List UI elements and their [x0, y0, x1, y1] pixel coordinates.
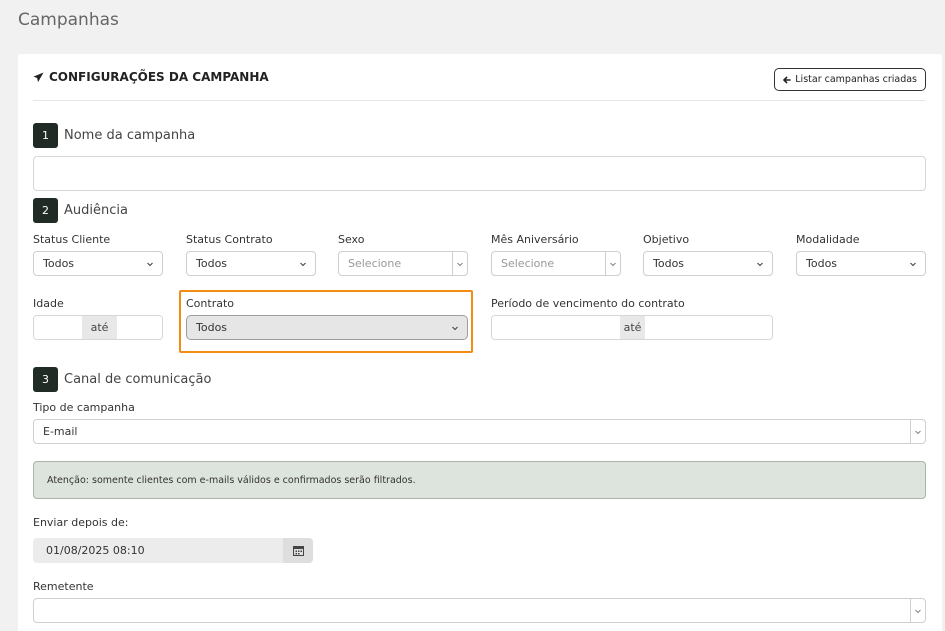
chevron-down-icon [147, 262, 153, 267]
objetivo-select[interactable]: Todos [643, 251, 773, 276]
step-3: 3 Canal de comunicação [33, 367, 211, 392]
step-3-label: Canal de comunicação [64, 372, 212, 387]
contrato-value: Todos [196, 321, 228, 334]
step-1: 1 Nome da campanha [33, 123, 195, 148]
email-alert: Atenção: somente clientes com e-mails vá… [33, 461, 926, 499]
idade-label: Idade [33, 297, 64, 310]
sexo-select[interactable]: Selecione [338, 251, 468, 276]
enviar-depois-input[interactable]: 01/08/2025 08:10 [33, 538, 313, 563]
calendar-icon [292, 546, 304, 556]
modalidade-value: Todos [806, 257, 838, 270]
chevron-down-icon [300, 262, 306, 267]
idade-separator: até [82, 316, 117, 339]
idade-min-input[interactable] [34, 316, 82, 339]
paper-plane-icon [33, 71, 44, 82]
chevron-down-icon [910, 262, 916, 267]
step-2: 2 Audiência [33, 198, 128, 223]
step-1-badge: 1 [33, 123, 58, 148]
modalidade-select[interactable]: Todos [796, 251, 926, 276]
idade-max-input[interactable] [117, 316, 162, 339]
enviar-depois-value: 01/08/2025 08:10 [46, 544, 145, 557]
idade-range: até [33, 315, 163, 340]
contrato-label: Contrato [186, 297, 235, 310]
calendar-button[interactable] [283, 538, 313, 563]
chevron-down-icon [915, 609, 921, 614]
status-contrato-value: Todos [196, 257, 228, 270]
enviar-depois-label: Enviar depois de: [33, 516, 129, 529]
list-campaigns-label: Listar campanhas criadas [795, 74, 917, 85]
chevron-down-icon [452, 326, 458, 331]
status-cliente-value: Todos [43, 257, 75, 270]
objetivo-value: Todos [653, 257, 685, 270]
mes-aniversario-select[interactable]: Selecione [491, 251, 621, 276]
remetente-select[interactable] [33, 598, 926, 623]
sexo-label: Sexo [338, 233, 365, 246]
list-campaigns-button[interactable]: Listar campanhas criadas [774, 68, 926, 91]
card-title: CONFIGURAÇÕES DA CAMPANHA [33, 70, 269, 84]
periodo-separator: até [620, 316, 645, 339]
periodo-label: Período de vencimento do contrato [491, 297, 685, 310]
remetente-label: Remetente [33, 580, 94, 593]
card-title-text: CONFIGURAÇÕES DA CAMPANHA [49, 70, 269, 84]
chevron-down-icon [457, 262, 463, 267]
mes-aniversario-value: Selecione [501, 257, 555, 270]
step-2-label: Audiência [64, 203, 128, 218]
select-divider [910, 420, 911, 443]
status-contrato-label: Status Contrato [186, 233, 273, 246]
campaign-name-input[interactable] [33, 156, 926, 191]
select-divider [910, 599, 911, 622]
chevron-down-icon [915, 430, 921, 435]
select-divider [452, 252, 453, 275]
select-divider [605, 252, 606, 275]
status-contrato-select[interactable]: Todos [186, 251, 316, 276]
sexo-value: Selecione [348, 257, 402, 270]
tipo-campanha-value: E-mail [43, 425, 78, 438]
arrow-left-icon [783, 75, 791, 84]
page-title: Campanhas [18, 10, 119, 30]
tipo-campanha-select[interactable]: E-mail [33, 419, 926, 444]
step-1-label: Nome da campanha [64, 128, 196, 143]
periodo-start-input[interactable] [492, 316, 620, 339]
tipo-campanha-label: Tipo de campanha [33, 401, 135, 414]
chevron-down-icon [610, 262, 616, 267]
step-2-badge: 2 [33, 198, 58, 223]
periodo-range: até [491, 315, 773, 340]
status-cliente-select[interactable]: Todos [33, 251, 163, 276]
status-cliente-label: Status Cliente [33, 233, 111, 246]
chevron-down-icon [757, 262, 763, 267]
contrato-select[interactable]: Todos [186, 315, 468, 340]
modalidade-label: Modalidade [796, 233, 860, 246]
mes-aniversario-label: Mês Aniversário [491, 233, 579, 246]
periodo-end-input[interactable] [645, 316, 772, 339]
objetivo-label: Objetivo [643, 233, 690, 246]
step-3-badge: 3 [33, 367, 58, 392]
card-header: CONFIGURAÇÕES DA CAMPANHA Listar campanh… [33, 54, 926, 101]
